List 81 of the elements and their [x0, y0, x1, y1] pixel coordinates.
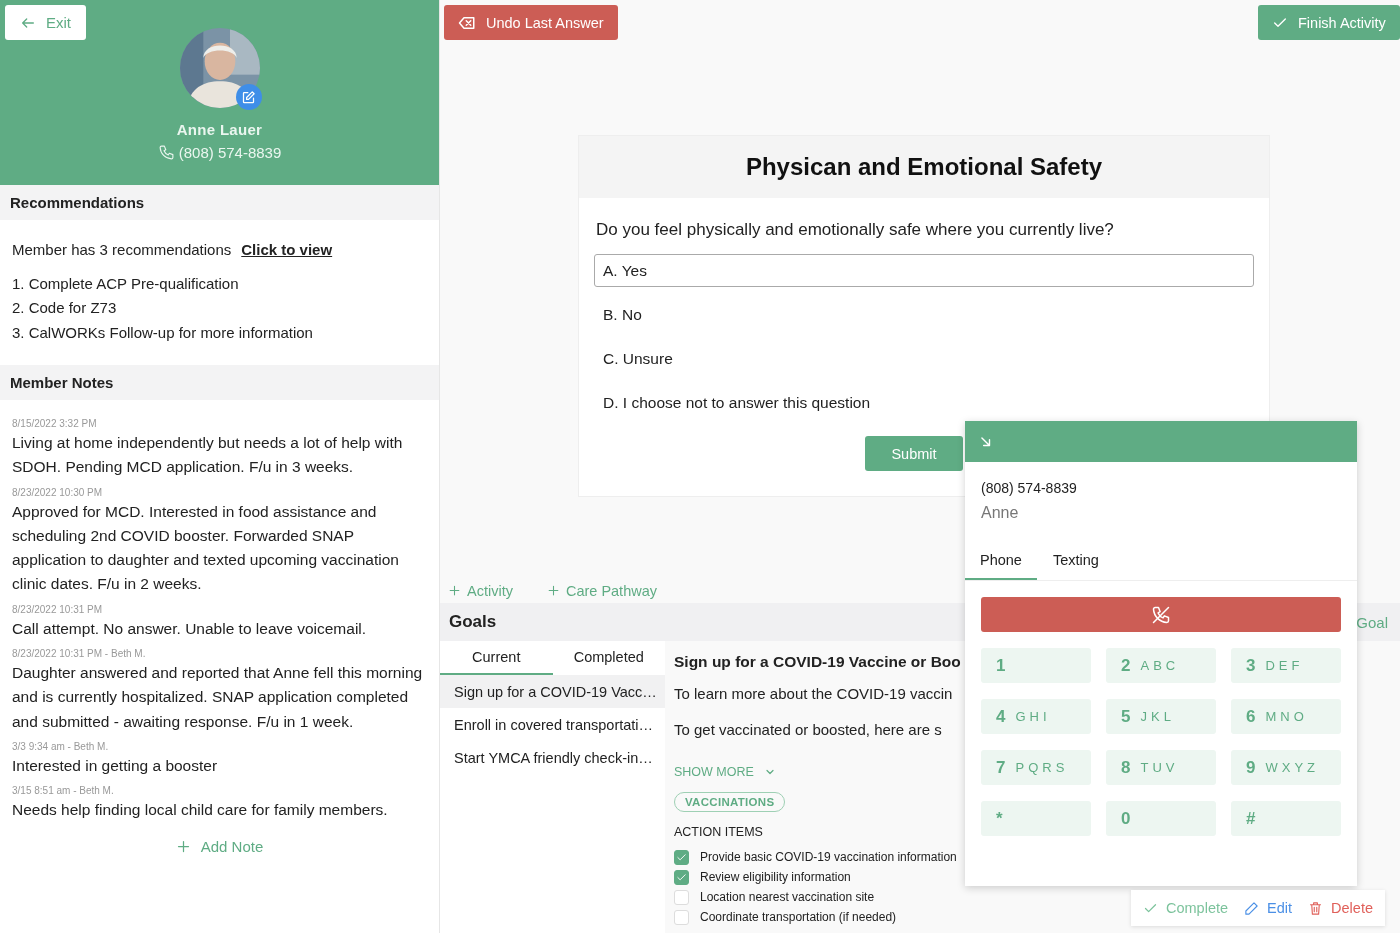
goal-description: To get vaccinated or boosted, here are s — [674, 721, 942, 738]
note-meta: 8/23/2022 10:30 PM — [12, 486, 104, 498]
dial-key[interactable]: 6 MNO — [1231, 699, 1341, 734]
action-items-label: ACTION ITEMS — [674, 825, 763, 839]
submit-button[interactable]: Submit — [865, 436, 963, 471]
view-link[interactable]: Click to view — [241, 238, 333, 263]
dial-key[interactable]: 2 ABC — [1106, 648, 1216, 683]
goal-item[interactable]: Enroll in covered transportati… — [440, 708, 665, 741]
plus-icon — [546, 584, 560, 597]
answer-option[interactable]: B. No — [594, 298, 1254, 331]
note-meta: 3/15 8:51 am - Beth M. — [12, 785, 115, 797]
recommendation-item: 2. Code for Z73 — [12, 298, 118, 318]
phone-number: (808) 574-8839 — [981, 480, 1078, 496]
member-phone: (808) 574-8839 — [178, 144, 282, 161]
recommendation-item: 1. Complete ACP Pre-qualification — [12, 273, 240, 294]
plus-icon — [175, 838, 191, 854]
note-meta: 8/15/2022 3:32 PM — [12, 418, 98, 429]
edit-button[interactable]: Edit — [1244, 900, 1293, 916]
goal-tab[interactable]: Completed — [552, 641, 665, 675]
section-title: Goals — [449, 612, 497, 632]
note-text: Living at home independently but needs a lot of help with SDOH. Pending MCD application. F/u in 3 weeks. — [12, 433, 404, 478]
phone-icon — [157, 144, 175, 161]
dial-key[interactable]: 7 PQRS — [981, 750, 1091, 785]
action-item-label: Provide basic COVID-19 vaccination information — [700, 850, 957, 864]
action-item-label: Review eligibility information — [700, 870, 851, 884]
dialer-tab[interactable]: Texting — [1037, 544, 1114, 580]
plus-icon — [448, 584, 461, 597]
answer-option[interactable]: D. I choose not to answer this question — [594, 386, 1254, 419]
show-more-button[interactable]: SHOW MORE — [674, 765, 776, 779]
delete-button[interactable]: Delete — [1308, 900, 1373, 916]
note-meta: 8/23/2022 10:31 PM — [12, 603, 104, 615]
dial-key[interactable]: 3 DEF — [1231, 648, 1341, 683]
add-link[interactable]: Care Pathway — [546, 582, 657, 599]
dial-key[interactable]: # — [1231, 801, 1341, 836]
dial-key[interactable]: 9 WXYZ — [1231, 750, 1341, 785]
exit-button[interactable]: Exit — [5, 5, 86, 40]
note-text: Needs help finding local child care for family members. — [12, 800, 389, 821]
goal-item[interactable]: Start YMCA friendly check-in… — [440, 741, 665, 774]
dial-key[interactable]: 5 JKL — [1106, 699, 1216, 734]
question-text: Do you feel physically and emotionally safe where you currently live? — [595, 219, 1115, 240]
undo-button[interactable]: Undo Last Answer — [444, 5, 618, 40]
action-item-label: Coordinate transportation (if needed) — [700, 910, 897, 924]
dialer-tab[interactable]: Phone — [965, 544, 1037, 580]
check-icon — [676, 851, 687, 863]
goal-description: To learn more about the COVID-19 vaccin — [674, 685, 953, 702]
goal-title: Sign up for a COVID-19 Vaccine or Boo — [674, 653, 961, 671]
recommendation-summary: Member has 3 recommendations — [12, 240, 232, 260]
trash-icon — [1308, 900, 1324, 916]
action-item-label: Location nearest vaccination site — [700, 890, 875, 904]
note-text: Daughter answered and reported that Anne fell this morning and is currently hospitalized. SNAP application completed and submitted - awaiting response. F/u in 1 week. — [12, 663, 424, 732]
checkbox[interactable] — [674, 849, 689, 865]
add-note-button[interactable]: Add Note — [173, 835, 266, 857]
recommendation-item: 3. CalWORKs Follow-up for more information — [12, 322, 314, 343]
check-icon — [676, 871, 687, 883]
edit-icon — [241, 89, 256, 105]
pencil-icon — [1244, 900, 1260, 916]
note-text: Call attempt. No answer. Unable to leave voicemail. — [12, 618, 368, 639]
answer-option[interactable]: A. Yes — [594, 254, 1254, 287]
minimize-icon[interactable] — [979, 434, 993, 449]
complete-button[interactable]: Complete — [1143, 900, 1229, 916]
section-header: Recommendations — [0, 185, 439, 220]
dial-key[interactable]: 0 — [1106, 801, 1216, 836]
contact-name: Anne — [981, 504, 1020, 522]
note-text: Interested in getting a booster — [12, 755, 219, 776]
add-link[interactable]: Activity — [448, 582, 513, 599]
goal-item[interactable]: Sign up for a COVID-19 Vacc… — [440, 675, 665, 708]
answer-option[interactable]: C. Unsure — [594, 342, 1254, 375]
note-meta: 8/23/2022 10:31 PM - Beth M. — [12, 648, 147, 660]
finish-button[interactable]: Finish Activity — [1258, 5, 1400, 40]
checkbox[interactable] — [674, 869, 689, 885]
dial-key[interactable]: 1 — [981, 648, 1091, 683]
phone-off-icon — [1151, 604, 1171, 625]
dial-key[interactable]: 4 GHI — [981, 699, 1091, 734]
note-text: Approved for MCD. Interested in food assistance and scheduling 2nd COVID booster. Forwarded SNAP application to daughter and texted upcoming vaccination clinic dates. F/u in 2 weeks. — [12, 501, 400, 595]
add-goal-link[interactable]: Goal — [1356, 613, 1388, 631]
member-name: Anne Lauer — [176, 121, 263, 138]
note-meta: 3/3 9:34 am - Beth M. — [12, 740, 110, 752]
card-title: Physican and Emotional Safety — [579, 136, 1269, 198]
dial-key[interactable]: 8 TUV — [1106, 750, 1216, 785]
dial-key[interactable]: * — [981, 801, 1091, 836]
section-header: Member Notes — [0, 365, 439, 400]
